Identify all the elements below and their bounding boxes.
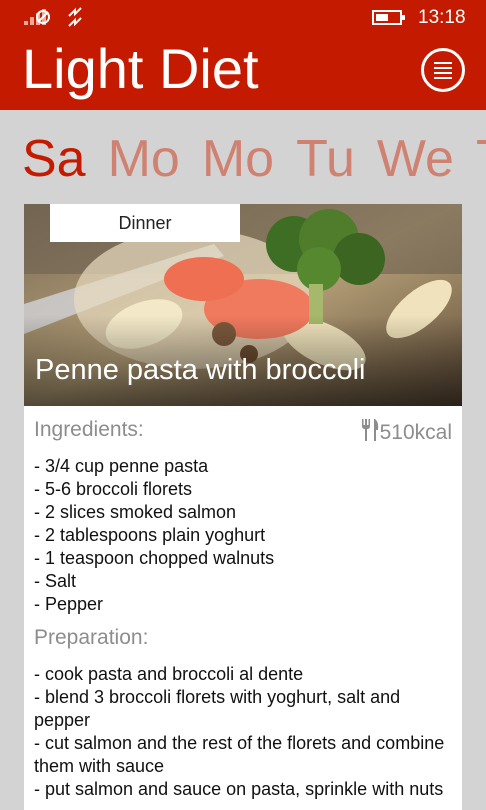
- list-item: - 1 teaspoon chopped walnuts: [34, 548, 275, 568]
- battery-icon: [372, 10, 405, 25]
- preparation-list: - cook pasta and broccoli al dente - ble…: [34, 663, 454, 801]
- menu-icon-line: [434, 72, 452, 74]
- list-item: - 2 tablespoons plain yoghurt: [34, 525, 266, 545]
- data-sense-icon: [68, 7, 82, 27]
- list-item: - put salmon and sauce on pasta, sprinkl…: [34, 779, 444, 799]
- tab-wednesday[interactable]: We: [377, 130, 454, 188]
- app-header: Light Diet: [0, 34, 486, 110]
- list-item: - Salt: [34, 571, 77, 591]
- calories-value: 510kcal: [379, 421, 452, 444]
- dish-photo: Dinner Penne pasta with broccoli: [24, 204, 462, 406]
- preparation-heading: Preparation:: [34, 626, 149, 649]
- menu-icon-line: [434, 77, 452, 79]
- list-item: - 5-6 broccoli florets: [34, 479, 193, 499]
- list-item: - cut salmon and the rest of the florets…: [34, 733, 445, 776]
- menu-icon: [434, 62, 452, 64]
- recipe-card[interactable]: Dinner Penne pasta with broccoli Ingredi…: [24, 204, 462, 810]
- tab-tuesday[interactable]: Tu: [296, 130, 355, 188]
- list-item: - Pepper: [34, 594, 104, 614]
- tab-monday-2[interactable]: Mo: [202, 130, 274, 188]
- list-item: - 3/4 cup penne pasta: [34, 456, 209, 476]
- meal-type-label: Dinner: [50, 204, 240, 242]
- cutlery-icon: [361, 419, 378, 441]
- dish-title: Penne pasta with broccoli: [35, 354, 366, 386]
- signal-icon: [24, 9, 50, 25]
- ingredients-heading: Ingredients:: [34, 418, 144, 441]
- tab-saturday[interactable]: Sa: [22, 130, 86, 188]
- day-tabs: Sa Mo Mo Tu We T: [22, 126, 486, 192]
- tab-thursday[interactable]: T: [476, 130, 486, 188]
- list-item: - blend 3 broccoli florets with yoghurt,…: [34, 687, 401, 730]
- list-item: - 2 slices smoked salmon: [34, 502, 237, 522]
- calories: 510kcal: [360, 418, 452, 445]
- menu-button[interactable]: [421, 48, 465, 92]
- app-title: Light Diet: [22, 37, 259, 100]
- ingredients-list: - 3/4 cup penne pasta - 5-6 broccoli flo…: [34, 455, 454, 616]
- menu-icon-line: [434, 67, 452, 69]
- status-bar: 13:18: [0, 0, 486, 34]
- clock: 13:18: [418, 7, 466, 28]
- list-item: - cook pasta and broccoli al dente: [34, 664, 304, 684]
- tab-monday[interactable]: Mo: [108, 130, 180, 188]
